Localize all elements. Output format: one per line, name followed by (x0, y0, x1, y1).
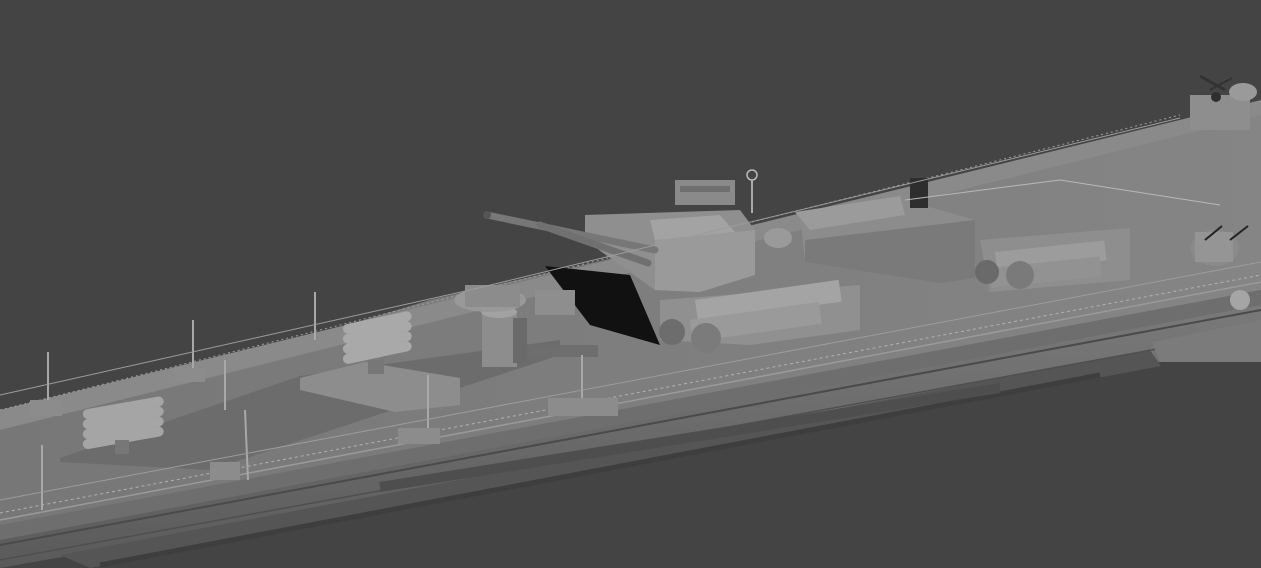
3d-viewport[interactable] (0, 0, 1261, 568)
aft-gun-mount (1190, 74, 1257, 130)
warship-model-render (0, 74, 1261, 568)
